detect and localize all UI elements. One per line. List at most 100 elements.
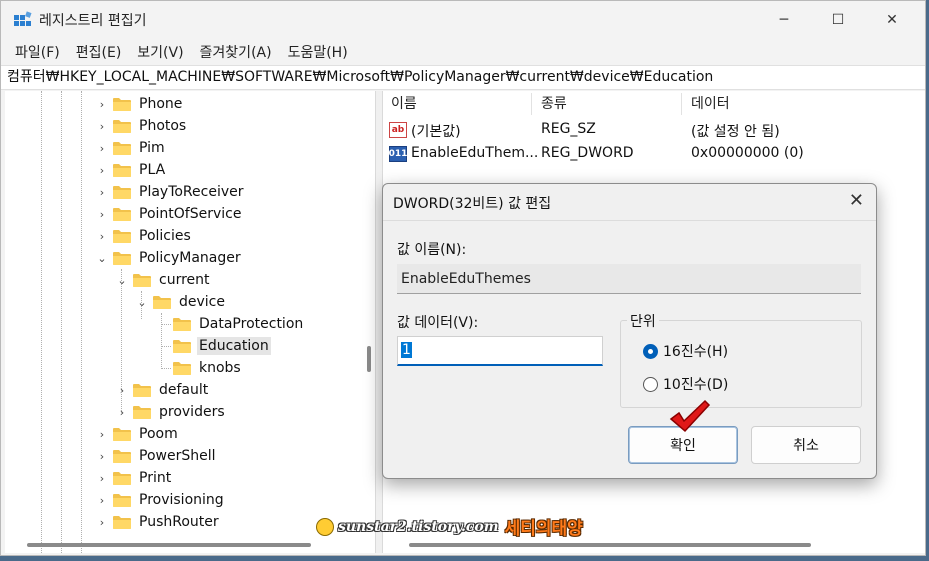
tree-item-label: Policies <box>139 228 191 244</box>
chevron-right-icon[interactable]: › <box>95 516 109 529</box>
tree-item-provisioning[interactable]: › Provisioning <box>95 489 226 511</box>
tree-vertical-scrollbar[interactable] <box>367 346 371 372</box>
chevron-right-icon[interactable]: › <box>95 186 109 199</box>
chevron-right-icon[interactable]: › <box>95 142 109 155</box>
tree-item-providers[interactable]: › providers <box>115 401 227 423</box>
tree-item-playtoreceiver[interactable]: › PlayToReceiver <box>95 181 246 203</box>
column-header-name[interactable]: 이름 <box>383 91 417 117</box>
tree-item-print[interactable]: › Print <box>95 467 173 489</box>
value-data-label: 값 데이터(V): <box>397 315 479 331</box>
maximize-button[interactable]: ☐ <box>815 1 861 39</box>
tree-item-label: DataProtection <box>199 316 304 332</box>
tree-item-education[interactable]: Education <box>155 335 271 357</box>
chevron-right-icon[interactable]: › <box>115 384 129 397</box>
tree-guide-line <box>161 368 171 369</box>
smiley-icon <box>316 517 334 536</box>
chevron-right-icon[interactable]: › <box>95 164 109 177</box>
chevron-right-icon[interactable]: › <box>95 208 109 221</box>
chevron-down-icon[interactable]: ⌄ <box>115 274 129 287</box>
tree-item-label: Pim <box>139 140 165 156</box>
menu-help[interactable]: 도움말(H) <box>280 42 356 62</box>
tree-item-powershell[interactable]: › PowerShell <box>95 445 217 467</box>
chevron-down-icon[interactable]: ⌄ <box>135 296 149 309</box>
edit-dword-dialog: DWORD(32비트) 값 편집 ✕ 값 이름(N): EnableEduThe… <box>382 183 877 479</box>
tree-item-label: PointOfService <box>139 206 242 222</box>
key-tree[interactable]: › Phone › Photos › Pim › PLA › PlayToReceiver › Poi… <box>5 91 375 553</box>
tree-item-pla[interactable]: › PLA <box>95 159 167 181</box>
folder-icon <box>133 384 151 397</box>
chevron-right-icon[interactable]: › <box>95 472 109 485</box>
chevron-right-icon[interactable]: › <box>95 494 109 507</box>
radio-decimal[interactable]: 10진수(D) <box>643 374 728 394</box>
value-row-enableeduthemes[interactable]: 011 EnableEduThem... REG_DWORD 0x0000000… <box>383 142 925 166</box>
cancel-button[interactable]: 취소 <box>751 426 861 464</box>
tree-item-policies[interactable]: › Policies <box>95 225 193 247</box>
radio-hexadecimal[interactable]: 16진수(H) <box>643 341 728 361</box>
tree-item-dataprotection[interactable]: DataProtection <box>155 313 305 335</box>
tree-item-label: PLA <box>139 162 166 178</box>
menu-file[interactable]: 파일(F) <box>7 42 68 62</box>
tree-item-label: current <box>159 272 210 288</box>
chevron-down-icon[interactable]: ⌄ <box>95 252 109 265</box>
value-name: (기본값) <box>411 124 461 140</box>
tree-item-current[interactable]: ⌄ current <box>115 269 212 291</box>
minimize-button[interactable]: ─ <box>761 1 807 39</box>
chevron-right-icon[interactable]: › <box>115 406 129 419</box>
tree-item-poom[interactable]: › Poom <box>95 423 180 445</box>
column-separator[interactable] <box>531 93 532 115</box>
menu-favorites[interactable]: 즐겨찾기(A) <box>192 42 280 62</box>
value-data-input[interactable]: 1 <box>397 336 603 366</box>
tree-item-label: PlayToReceiver <box>139 184 244 200</box>
folder-icon <box>133 274 151 287</box>
dialog-close-icon[interactable]: ✕ <box>849 190 864 211</box>
close-icon: ✕ <box>886 12 898 28</box>
chevron-right-icon[interactable]: › <box>95 230 109 243</box>
folder-icon <box>113 164 131 177</box>
tree-guide-line <box>141 291 142 319</box>
column-header-type[interactable]: 종류 <box>533 91 567 117</box>
chevron-right-icon[interactable]: › <box>95 120 109 133</box>
chevron-right-icon[interactable]: › <box>95 98 109 111</box>
menu-bar: 파일(F) 편집(E) 보기(V) 즐겨찾기(A) 도움말(H) <box>1 39 925 65</box>
tree-guide-line <box>81 91 82 553</box>
value-row-default[interactable]: ab (기본값) REG_SZ (값 설정 안 됨) <box>383 118 925 142</box>
tree-item-pushrouter[interactable]: › PushRouter <box>95 511 221 533</box>
value-name-label: 값 이름(N): <box>397 242 467 258</box>
minimize-icon: ─ <box>779 12 789 28</box>
tree-item-policymanager[interactable]: ⌄ PolicyManager <box>95 247 243 269</box>
base-label: 단위 <box>627 311 659 331</box>
chevron-right-icon[interactable]: › <box>95 428 109 441</box>
tree-item-photos[interactable]: › Photos <box>95 115 188 137</box>
tree-item-phone[interactable]: › Phone <box>95 93 184 115</box>
tree-item-pointofservice[interactable]: › PointOfService <box>95 203 243 225</box>
tree-item-label: Provisioning <box>139 492 224 508</box>
column-header-data[interactable]: 데이터 <box>683 91 730 117</box>
tree-item-device[interactable]: ⌄ device <box>135 291 227 313</box>
chevron-right-icon[interactable]: › <box>95 450 109 463</box>
folder-icon <box>113 186 131 199</box>
folder-icon <box>113 252 131 265</box>
tree-guide-line <box>161 324 171 325</box>
tree-item-label: device <box>179 294 225 310</box>
tree-horizontal-scrollbar[interactable] <box>27 543 311 547</box>
tree-item-default[interactable]: › default <box>115 379 210 401</box>
address-bar[interactable]: 컴퓨터₩HKEY_LOCAL_MACHINE₩SOFTWARE₩Microsof… <box>1 65 925 90</box>
column-separator[interactable] <box>681 93 682 115</box>
close-button[interactable]: ✕ <box>869 1 915 39</box>
menu-view[interactable]: 보기(V) <box>129 42 191 62</box>
tree-item-label: PowerShell <box>139 448 216 464</box>
folder-icon <box>113 472 131 485</box>
tree-guide-line <box>161 346 171 347</box>
watermark-url: sunstar2.tistory.com <box>338 518 499 535</box>
string-value-icon: ab <box>389 122 407 138</box>
tree-item-pim[interactable]: › Pim <box>95 137 167 159</box>
menu-edit[interactable]: 편집(E) <box>68 42 130 62</box>
tree-item-label: providers <box>159 404 225 420</box>
watermark-name: 세티의태양 <box>504 519 583 539</box>
radio-checked-icon <box>643 343 658 359</box>
folder-icon <box>153 296 171 309</box>
value-data: (값 설정 안 됨) <box>691 124 780 140</box>
folder-icon <box>113 494 131 507</box>
list-horizontal-scrollbar[interactable] <box>409 543 811 547</box>
watermark: sunstar2.tistory.com 세티의태양 <box>316 514 583 539</box>
